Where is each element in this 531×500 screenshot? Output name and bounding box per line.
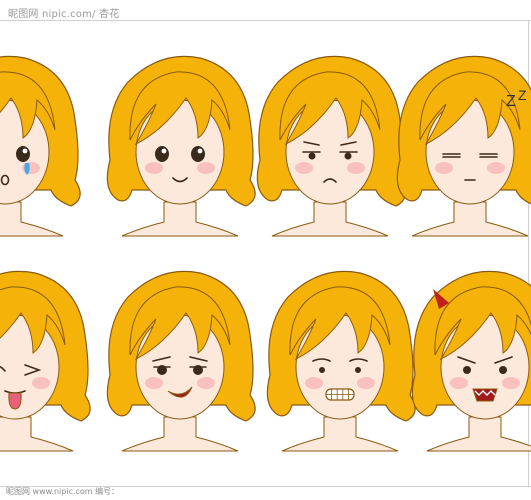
footer-watermark: 昵图网 www.nipic.com 编号： [6, 487, 120, 496]
blush-left [435, 162, 453, 174]
blush-right [197, 162, 215, 174]
header-watermark: 昵图网 nipic.com/ 杏花 [8, 9, 120, 20]
neck [121, 201, 239, 237]
eye-right [16, 146, 30, 162]
neck [121, 416, 239, 452]
face-skin [425, 99, 515, 205]
face-skin [440, 314, 530, 420]
blush-left [305, 377, 323, 389]
face-angry-devil [411, 270, 531, 452]
eye-left [155, 146, 169, 162]
face-skin [285, 99, 375, 205]
neck [0, 416, 74, 452]
blush-left [145, 377, 163, 389]
blush-right [347, 162, 365, 174]
eye-left [463, 366, 471, 374]
tongue [8, 392, 22, 410]
face-grinning [266, 270, 416, 452]
eye-right [344, 152, 352, 160]
neck [271, 201, 389, 237]
face-skin [135, 99, 225, 205]
eye-left [319, 367, 325, 373]
eye-right [355, 367, 361, 373]
blush-right [487, 162, 505, 174]
eye-left [308, 152, 316, 160]
sleep-z-2: Z [518, 87, 527, 103]
blush-right [32, 377, 50, 389]
face-skin [295, 314, 385, 420]
illustration-canvas: ZZ 昵图网 nipic.com/ 杏花 昵图网 www.nipic.com 编… [0, 0, 531, 500]
neck [0, 201, 64, 237]
blush-right [197, 377, 215, 389]
blush-left [295, 162, 313, 174]
face-smiling [106, 55, 256, 237]
neck [281, 416, 399, 452]
neck [411, 201, 529, 237]
blush-right [357, 377, 375, 389]
face-smirking [106, 270, 256, 452]
eye-right [191, 146, 205, 162]
blush-left [145, 162, 163, 174]
blush-right [502, 377, 520, 389]
face-sleeping: ZZ [396, 55, 531, 237]
eye-right [499, 366, 507, 374]
face-crying [0, 55, 81, 237]
neck [426, 416, 531, 452]
sleep-z-1: Z [506, 93, 516, 110]
face-skin [135, 314, 225, 420]
blush-left [450, 377, 468, 389]
face-winking-tongue [0, 270, 91, 452]
mouth [472, 388, 498, 402]
face-worried [256, 55, 406, 237]
faces-sheet: ZZ [0, 55, 531, 452]
